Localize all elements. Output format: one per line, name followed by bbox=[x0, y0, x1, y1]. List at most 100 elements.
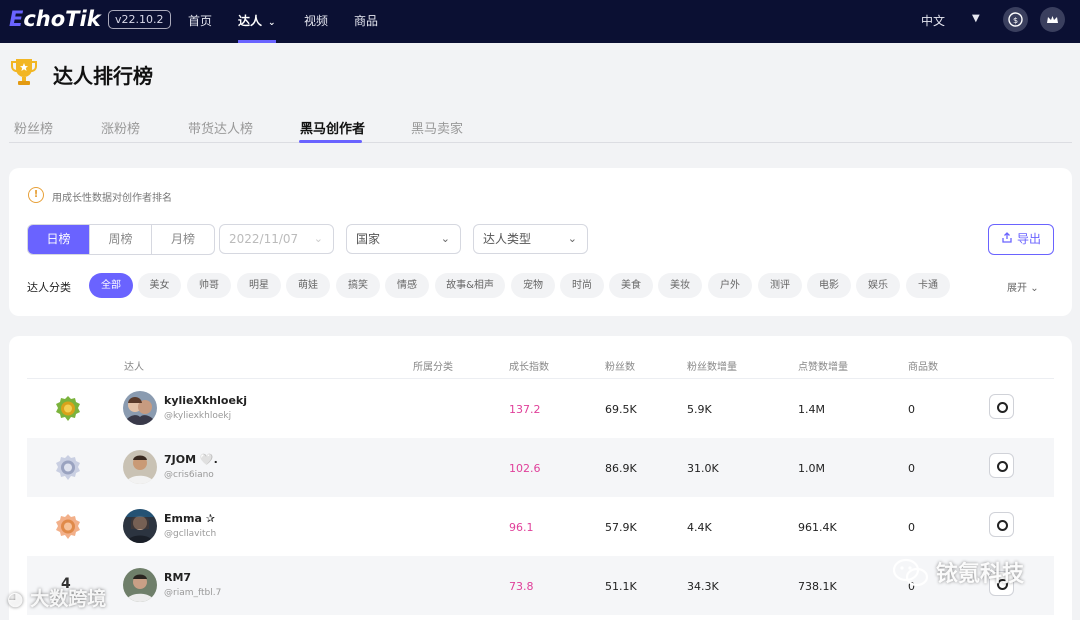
growth-index: 73.8 bbox=[509, 580, 534, 593]
chevron-down-icon: ⌄ bbox=[440, 232, 450, 245]
fans-count: 69.5K bbox=[605, 403, 637, 416]
trophy-icon bbox=[11, 59, 37, 85]
creator-name[interactable]: kylieXkhloekj bbox=[164, 394, 247, 407]
info-text: 用成长性数据对创作者排名 bbox=[52, 193, 172, 204]
growth-index: 96.1 bbox=[509, 521, 534, 534]
category-chip[interactable]: 户外 bbox=[708, 273, 752, 298]
period-monthly[interactable]: 月榜 bbox=[152, 225, 214, 254]
tiktok-link-button[interactable] bbox=[989, 394, 1014, 419]
creator-name[interactable]: Emma ✰ bbox=[164, 512, 215, 525]
likes-delta: 738.1K bbox=[798, 580, 837, 593]
fans-count: 57.9K bbox=[605, 521, 637, 534]
avatar[interactable] bbox=[123, 391, 157, 425]
export-icon bbox=[1002, 232, 1012, 243]
nav-videos[interactable]: 视频 bbox=[304, 12, 328, 29]
period-weekly[interactable]: 周榜 bbox=[90, 225, 152, 254]
category-chip[interactable]: 帅哥 bbox=[187, 273, 231, 298]
info-icon: ! bbox=[28, 187, 44, 203]
currency-switch-icon[interactable]: $ bbox=[1003, 7, 1028, 32]
expand-label: 展开 bbox=[1007, 283, 1027, 294]
tab-dark-horse-sellers[interactable]: 黑马卖家 bbox=[411, 118, 463, 137]
watermark-left: ◕ 大数跨境 bbox=[7, 588, 107, 610]
fans-delta: 34.3K bbox=[687, 580, 719, 593]
nav-active-indicator bbox=[238, 40, 276, 43]
category-chip[interactable]: 时尚 bbox=[560, 273, 604, 298]
product-count: 0 bbox=[908, 462, 915, 475]
crown-icon[interactable] bbox=[1040, 7, 1065, 32]
chevron-down-icon: ⌄ bbox=[567, 232, 577, 245]
creator-name[interactable]: RM7 bbox=[164, 571, 191, 584]
country-select-value: 国家 bbox=[356, 232, 381, 246]
category-chip[interactable]: 美女 bbox=[138, 273, 181, 298]
page-title: 达人排行榜 bbox=[53, 64, 153, 88]
logo-text: choTik bbox=[23, 7, 101, 31]
category-chip[interactable]: 搞笑 bbox=[336, 273, 380, 298]
avatar[interactable] bbox=[123, 450, 157, 484]
logo[interactable]: EchoTik bbox=[9, 7, 101, 31]
growth-index: 137.2 bbox=[509, 403, 541, 416]
date-picker[interactable]: 2022/11/07 ⌄ bbox=[219, 224, 334, 254]
table-row[interactable]: Emma ✰ @gcllavitch 96.1 57.9K 4.4K 961.4… bbox=[27, 497, 1054, 556]
creator-type-select[interactable]: 达人类型 ⌄ bbox=[473, 224, 588, 254]
country-select[interactable]: 国家 ⌄ bbox=[346, 224, 461, 254]
gold-medal-icon bbox=[56, 396, 80, 421]
tab-active-indicator bbox=[299, 140, 362, 143]
category-chip[interactable]: 美食 bbox=[609, 273, 653, 298]
silver-medal-icon bbox=[56, 455, 80, 480]
tiktok-link-button[interactable] bbox=[989, 512, 1014, 537]
avatar[interactable] bbox=[123, 568, 157, 602]
chevron-down-icon: ⌄ bbox=[1030, 283, 1039, 294]
filter-panel: ! 用成长性数据对创作者排名 日榜 周榜 月榜 2022/11/07 ⌄ 国家 ⌄ … bbox=[9, 168, 1072, 316]
language-selector[interactable]: 中文 bbox=[921, 12, 945, 29]
tab-fans[interactable]: 粉丝榜 bbox=[14, 118, 53, 137]
fans-delta: 4.4K bbox=[687, 521, 712, 534]
header-category: 所属分类 bbox=[413, 362, 453, 373]
creator-name[interactable]: 7JOM 🤍. bbox=[164, 453, 218, 466]
version-badge: v22.10.2 bbox=[108, 10, 171, 29]
nav-products[interactable]: 商品 bbox=[354, 12, 378, 29]
category-chip-all[interactable]: 全部 bbox=[89, 273, 133, 298]
logo-letter: E bbox=[9, 7, 24, 31]
header-likes-delta[interactable]: 点赞数增量 bbox=[798, 358, 848, 373]
top-navbar: EchoTik v22.10.2 首页 达人 ⌄ 视频 商品 中文 ▼ $ bbox=[0, 0, 1080, 43]
likes-delta: 1.0M bbox=[798, 462, 825, 475]
export-button[interactable]: 导出 bbox=[988, 224, 1054, 255]
period-daily[interactable]: 日榜 bbox=[28, 225, 90, 254]
header-products[interactable]: 商品数 bbox=[908, 358, 938, 373]
header-growth-index[interactable]: 成长指数 bbox=[509, 358, 549, 373]
table-row[interactable]: kylieXkhloekj @kyliexkhloekj 137.2 69.5K… bbox=[27, 379, 1054, 438]
bronze-medal-icon bbox=[56, 514, 80, 539]
category-chip[interactable]: 萌娃 bbox=[286, 273, 330, 298]
tab-dark-horse-creators[interactable]: 黑马创作者 bbox=[300, 118, 365, 137]
category-chip[interactable]: 娱乐 bbox=[856, 273, 900, 298]
caret-down-icon[interactable]: ▼ bbox=[972, 13, 980, 24]
likes-delta: 961.4K bbox=[798, 521, 837, 534]
export-label: 导出 bbox=[1016, 232, 1041, 246]
category-chip[interactable]: 测评 bbox=[758, 273, 802, 298]
category-chip[interactable]: 故事&相声 bbox=[435, 273, 505, 298]
product-count: 0 bbox=[908, 403, 915, 416]
tab-sales-creators[interactable]: 带货达人榜 bbox=[188, 118, 253, 137]
creator-handle: @gcllavitch bbox=[164, 529, 217, 539]
category-chip[interactable]: 卡通 bbox=[906, 273, 950, 298]
tiktok-link-button[interactable] bbox=[989, 453, 1014, 478]
nav-creators[interactable]: 达人 ⌄ bbox=[238, 12, 276, 29]
fans-count: 51.1K bbox=[605, 580, 637, 593]
expand-toggle[interactable]: 展开 ⌄ bbox=[1007, 279, 1039, 294]
category-chip[interactable]: 情感 bbox=[385, 273, 429, 298]
table-row[interactable]: 7JOM 🤍. @cris6iano 102.6 86.9K 31.0K 1.0… bbox=[27, 438, 1054, 497]
creator-handle: @riam_ftbl.7 bbox=[164, 588, 222, 598]
category-chip[interactable]: 电影 bbox=[807, 273, 851, 298]
tab-fan-growth[interactable]: 涨粉榜 bbox=[101, 118, 140, 137]
category-chip[interactable]: 美妆 bbox=[658, 273, 702, 298]
nav-home[interactable]: 首页 bbox=[188, 12, 212, 29]
wechat-icon bbox=[892, 558, 929, 587]
fans-delta: 31.0K bbox=[687, 462, 719, 475]
header-fans[interactable]: 粉丝数 bbox=[605, 358, 635, 373]
category-chip[interactable]: 明星 bbox=[237, 273, 281, 298]
avatar[interactable] bbox=[123, 509, 157, 543]
category-chip[interactable]: 宠物 bbox=[511, 273, 555, 298]
category-label: 达人分类 bbox=[27, 281, 71, 294]
creator-handle: @kyliexkhloekj bbox=[164, 411, 232, 421]
header-fans-delta[interactable]: 粉丝数增量 bbox=[687, 358, 737, 373]
